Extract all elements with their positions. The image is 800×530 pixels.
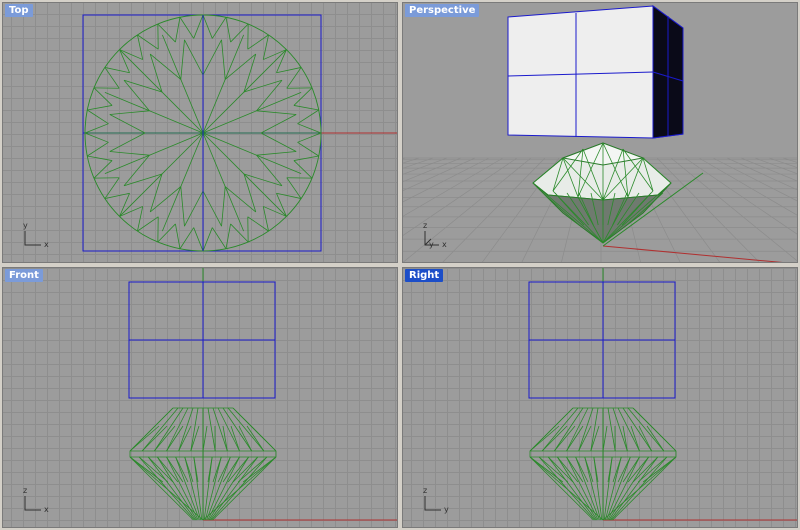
svg-text:y: y [429,240,434,249]
axis-indicator-front: z x [23,486,49,514]
axis-indicator-perspective: z y x [423,221,447,249]
front-view-canvas: z x [23,268,397,521]
box-outline-right [528,281,676,399]
svg-text:y: y [444,505,449,514]
viewport-title-front[interactable]: Front [5,269,43,282]
box-outline-front [128,281,276,399]
top-view-canvas: y x [23,14,397,252]
svg-text:z: z [423,486,427,495]
svg-text:z: z [423,221,427,230]
svg-text:z: z [23,486,27,495]
svg-text:x: x [44,505,49,514]
perspective-view-canvas: z y x [403,3,797,262]
viewport-right[interactable]: Right z y [402,267,798,528]
svg-text:x: x [442,240,447,249]
box-perspective [507,5,684,139]
svg-text:x: x [44,240,49,249]
gem-right-wireframe [529,407,677,521]
svg-text:y: y [23,221,28,230]
right-view-canvas: z y [423,268,797,521]
viewport-front[interactable]: Front z x [2,267,398,528]
viewport-title-right[interactable]: Right [405,269,444,282]
viewport-title-perspective[interactable]: Perspective [405,4,480,17]
viewport-perspective[interactable]: Perspective z y x [402,2,798,263]
axis-indicator-top: y x [23,221,49,249]
gem-front-wireframe [129,407,277,521]
axis-indicator-right: z y [423,486,449,514]
gem-top-wireframe [84,14,322,252]
viewport-title-top[interactable]: Top [5,4,33,17]
viewport-top[interactable]: Top y x [2,2,398,263]
x-axis-line [602,245,783,262]
